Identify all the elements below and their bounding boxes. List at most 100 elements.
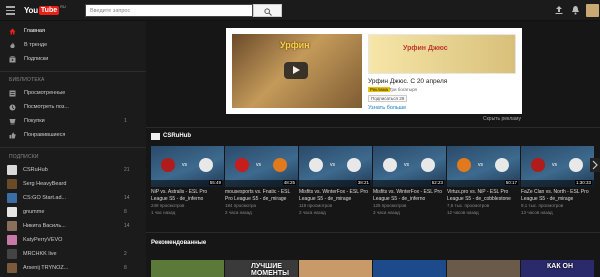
sidebar-item-history[interactable]: Просмотренные: [0, 87, 146, 99]
sidebar-item-watch-later[interactable]: Посмотреть поз...: [0, 101, 146, 113]
subscribe-label: Подписаться: [371, 96, 398, 101]
subscription-item[interactable]: Serg HeavyBeard: [0, 178, 146, 190]
subscription-label: CS:GO Start.ad...: [23, 195, 67, 201]
team-logo-icon: [569, 158, 583, 172]
team-logo-icon: [421, 158, 435, 172]
vs-label: vs: [552, 162, 557, 168]
history-icon: [9, 90, 16, 97]
subscription-count: 14: [124, 223, 130, 229]
recommended-thumbnail[interactable]: [447, 260, 520, 277]
avatar[interactable]: [586, 4, 599, 17]
video-thumbnail[interactable]: vs 1:30:33: [521, 146, 594, 187]
video-title[interactable]: mousesports vs. Fnatic - ESL Pro League …: [225, 189, 298, 202]
subscription-item[interactable]: CSRuHub 21: [0, 164, 146, 176]
trending-icon: [9, 42, 16, 49]
chevron-right-icon[interactable]: [590, 158, 600, 172]
subscribe-button[interactable]: Подписаться 29: [368, 95, 408, 102]
ad-title[interactable]: Урфин Джюс. С 20 апреля: [368, 78, 447, 85]
video-thumbnail[interactable]: vs 52:23: [373, 146, 446, 187]
video-age: 2 часа назад: [225, 210, 252, 215]
logo-text-you: You: [24, 5, 38, 15]
subscription-item[interactable]: MRCHKK live 2: [0, 248, 146, 260]
ad-card[interactable]: Урфин Урфин Джюс Урфин Джюс. С 20 апреля…: [226, 28, 522, 114]
upload-icon[interactable]: [554, 5, 564, 15]
sidebar-item-purchases[interactable]: Покупки 1: [0, 115, 146, 127]
video-title[interactable]: NiP vs. Astralis - ESL Pro League S5 - d…: [151, 189, 224, 202]
vs-label: vs: [478, 162, 483, 168]
home-icon: [9, 28, 16, 35]
team-logo-icon: [457, 158, 471, 172]
menu-icon[interactable]: [6, 6, 15, 15]
play-icon[interactable]: [284, 62, 308, 79]
search-icon: [264, 8, 272, 16]
channel-avatar: [7, 179, 17, 189]
vs-label: vs: [256, 162, 261, 168]
video-age: 13 часов назад: [521, 210, 553, 215]
ad-video-title: Урфин: [280, 40, 310, 50]
thumbnail-text: КАК ОН: [547, 263, 574, 270]
divider: [146, 232, 600, 233]
video-title[interactable]: Virtus.pro vs. NiP - ESL Pro League S5 -…: [447, 189, 520, 202]
subscription-item[interactable]: KatyPerryVEVO: [0, 234, 146, 246]
thumbnail-text: ЛУЧШИЕ МОМЕНТЫ: [251, 263, 289, 277]
subscription-count: 14: [124, 195, 130, 201]
video-duration: 52:23: [430, 180, 444, 185]
sidebar-item-label: Покупки: [24, 118, 45, 124]
recommended-thumbnail[interactable]: [151, 260, 224, 277]
subscription-label: gnumme: [23, 209, 45, 215]
video-thumbnail[interactable]: vs 55:49: [151, 146, 224, 187]
video-duration: 38:21: [356, 180, 370, 185]
ad-banner-title: Урфин Джюс: [403, 45, 448, 52]
channel-avatar: [7, 235, 17, 245]
subscriptions-icon: [9, 55, 16, 63]
video-thumbnail[interactable]: vs 50:17: [447, 146, 520, 187]
subscription-item[interactable]: Никита Василь... 14: [0, 220, 146, 232]
video-thumbnail[interactable]: vs 48:25: [225, 146, 298, 187]
subscription-item[interactable]: Arsenij TRYNOZ... 8: [0, 262, 146, 274]
video-title[interactable]: Misfits vs. WinterFox - ESL Pro League S…: [373, 189, 446, 202]
like-icon: [9, 132, 16, 139]
subscription-count: 2: [124, 251, 127, 257]
team-logo-icon: [235, 158, 249, 172]
channel-avatar: [7, 221, 17, 231]
video-duration: 50:17: [504, 180, 518, 185]
video-thumbnail[interactable]: vs 38:21: [299, 146, 372, 187]
subscription-count: 8: [124, 265, 127, 271]
bell-icon[interactable]: [571, 5, 580, 15]
sidebar-item-subscriptions[interactable]: Подписки: [0, 53, 146, 65]
recommended-thumbnail[interactable]: [299, 260, 372, 277]
recommended-thumbnail[interactable]: КАК ОН: [521, 260, 594, 277]
subscription-label: KatyPerryVEVO: [23, 237, 63, 243]
section-title[interactable]: CSRuHub: [163, 133, 191, 139]
subscription-label: MRCHKK live: [23, 251, 57, 257]
ad-channel[interactable]: Три богатыря: [389, 87, 417, 92]
team-logo-icon: [531, 158, 545, 172]
search-button[interactable]: [253, 4, 282, 17]
channel-logo-icon[interactable]: [151, 133, 160, 140]
youtube-logo[interactable]: You Tube RU: [24, 4, 66, 16]
sidebar-item-home[interactable]: Главная: [0, 25, 146, 37]
sidebar-item-trending[interactable]: В тренде: [0, 39, 146, 51]
sidebar-item-liked[interactable]: Понравившиеся: [0, 129, 146, 141]
search-input[interactable]: Введите запрос: [85, 4, 253, 17]
video-age: 12 часов назад: [447, 210, 479, 215]
watch-later-icon: [9, 104, 16, 111]
video-title[interactable]: Misfits vs. WinterFox - ESL Pro League S…: [299, 189, 372, 202]
video-age: 1 час назад: [151, 210, 176, 215]
recommended-thumbnail[interactable]: [373, 260, 446, 277]
team-logo-icon: [383, 158, 397, 172]
learn-more-link[interactable]: Узнать больше: [368, 105, 406, 111]
sidebar-item-label: Главная: [24, 28, 45, 34]
subscription-item[interactable]: gnumme 8: [0, 206, 146, 218]
video-duration: 48:25: [282, 180, 296, 185]
recommended-thumbnail[interactable]: ЛУЧШИЕ МОМЕНТЫ: [225, 260, 298, 277]
sidebar-item-label: Понравившиеся: [24, 132, 66, 138]
video-title[interactable]: FaZe Clan vs. North - ESL Pro League S5 …: [521, 189, 594, 202]
ad-banner[interactable]: Урфин Джюс: [368, 34, 516, 74]
vs-label: vs: [404, 162, 409, 168]
hide-ad-link[interactable]: Скрыть рекламу: [483, 116, 521, 122]
channel-avatar: [7, 207, 17, 217]
sidebar-item-label: Подписки: [24, 56, 49, 62]
subscription-item[interactable]: CS:GO Start.ad... 14: [0, 192, 146, 204]
ad-video[interactable]: Урфин: [232, 34, 362, 108]
